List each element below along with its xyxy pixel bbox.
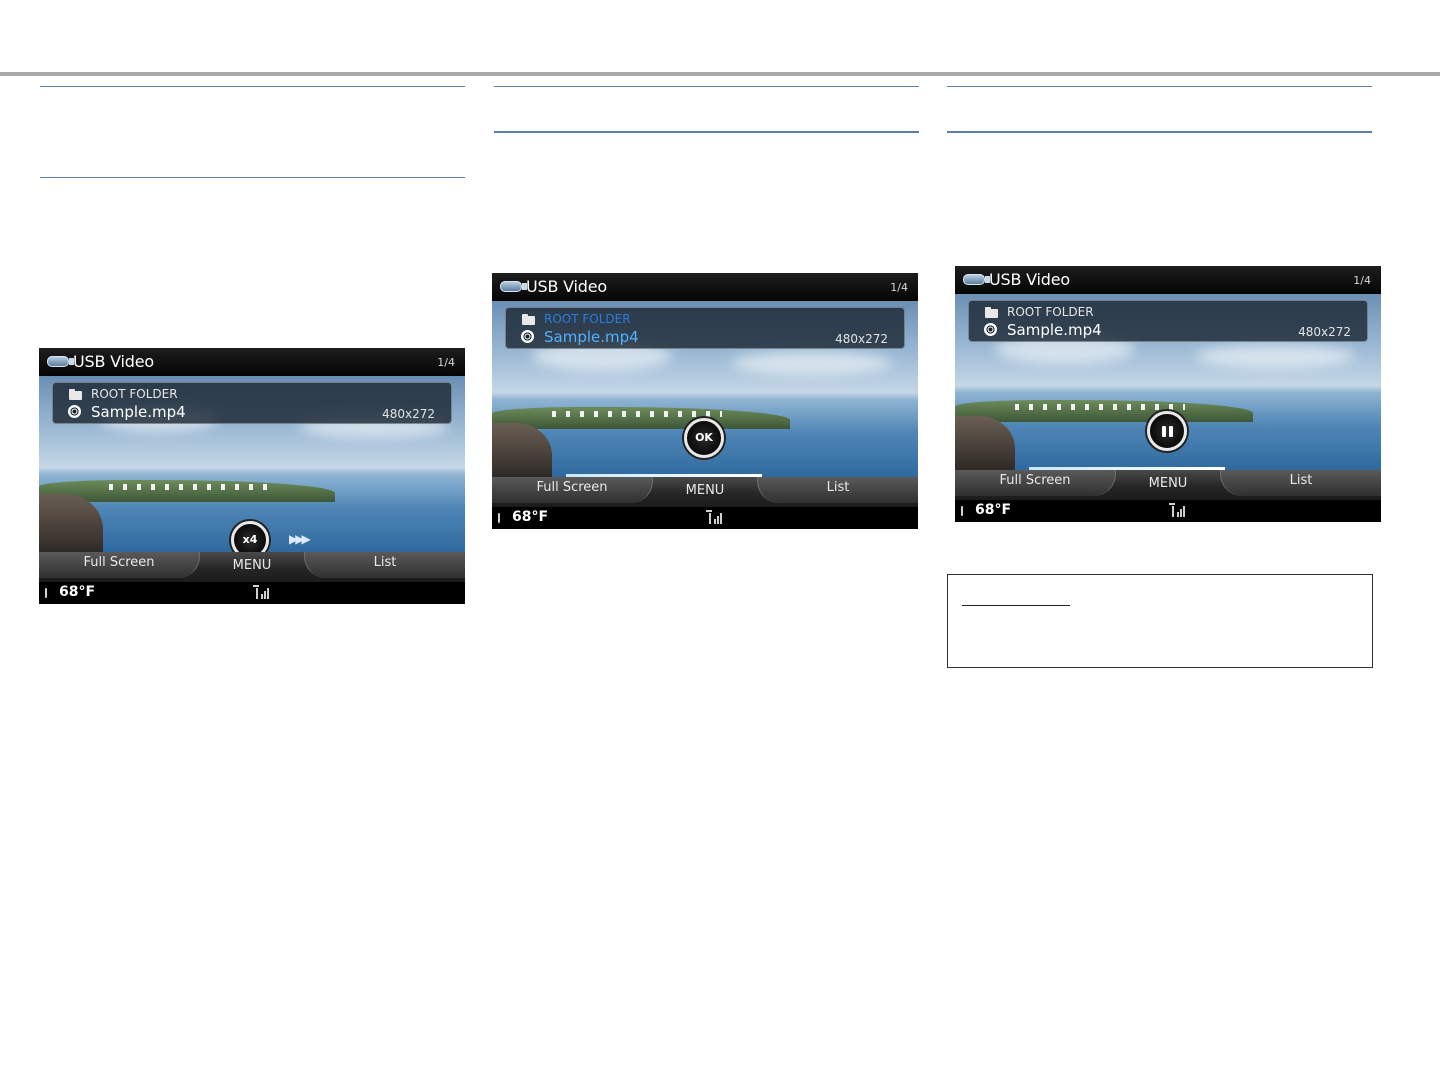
title-bar: USB Video 1/4 [492, 273, 918, 301]
usb-video-screen-ok: USB Video 1/4 ROOT FOLDER Sample.mp4 480… [492, 273, 918, 529]
thermometer-icon [45, 588, 47, 598]
thermometer-icon [961, 506, 963, 516]
pause-icon-bar [1169, 426, 1173, 437]
temperature: 68°F [975, 502, 1012, 518]
column-1-bottom-rule [40, 177, 465, 178]
status-bar: 68°F [39, 582, 465, 604]
file-name: Sample.mp4 [544, 328, 639, 346]
column-2-top-rule [494, 86, 919, 87]
folder-name: ROOT FOLDER [544, 312, 631, 326]
usb-video-screen-fast-forward: USB Video 1/4 ROOT FOLDER Sample.mp4 480… [39, 348, 465, 604]
folder-icon [69, 389, 82, 400]
signal-strength-icon [1169, 503, 1185, 517]
screen-title: USB Video [73, 352, 154, 371]
usb-icon [963, 274, 990, 285]
menu-button[interactable]: MENU [652, 477, 758, 503]
list-button[interactable]: List [1220, 470, 1381, 496]
usb-icon [500, 281, 527, 292]
full-screen-button[interactable]: Full Screen [955, 470, 1116, 496]
ok-label: OK [695, 431, 713, 444]
page-indicator: 1/4 [1353, 274, 1371, 287]
temperature: 68°F [512, 509, 549, 525]
column-2-bottom-rule [494, 131, 919, 133]
speed-label: x4 [242, 533, 258, 546]
screen-title: USB Video [526, 277, 607, 296]
pause-icon [1162, 426, 1166, 437]
signal-strength-icon [706, 510, 722, 524]
title-bar: USB Video 1/4 [39, 348, 465, 376]
file-name: Sample.mp4 [1007, 321, 1102, 339]
ok-indicator: OK [684, 418, 724, 458]
video-frame[interactable]: ROOT FOLDER Sample.mp4 480x272 [955, 294, 1381, 470]
pause-indicator [1147, 411, 1187, 451]
full-screen-button[interactable]: Full Screen [39, 552, 200, 578]
playback-speed-indicator: x4 [231, 521, 269, 552]
page-top-rule [0, 72, 1440, 76]
full-screen-button[interactable]: Full Screen [492, 477, 653, 503]
note-box [947, 574, 1373, 668]
menu-button[interactable]: MENU [199, 552, 305, 578]
film-reel-icon [521, 330, 534, 343]
usb-video-screen-pause: USB Video 1/4 ROOT FOLDER Sample.mp4 480… [955, 266, 1381, 522]
column-3-top-rule [947, 86, 1372, 87]
page-indicator: 1/4 [890, 281, 908, 294]
note-heading-underline [962, 605, 1070, 606]
menu-bar: Full Screen MENU List [492, 477, 918, 507]
folder-name: ROOT FOLDER [1007, 305, 1094, 319]
resolution-label: 480x272 [382, 407, 435, 421]
resolution-label: 480x272 [835, 332, 888, 346]
temperature: 68°F [59, 584, 96, 600]
list-button[interactable]: List [304, 552, 465, 578]
resolution-label: 480x272 [1298, 325, 1351, 339]
file-info-box: ROOT FOLDER Sample.mp4 480x272 [968, 300, 1368, 342]
usb-icon [47, 356, 74, 367]
column-3-bottom-rule [947, 131, 1372, 133]
video-frame[interactable]: ROOT FOLDER Sample.mp4 480x272 OK [492, 301, 918, 477]
film-reel-icon [68, 405, 81, 418]
title-bar: USB Video 1/4 [955, 266, 1381, 294]
file-name: Sample.mp4 [91, 403, 186, 421]
menu-bar: Full Screen MENU List [39, 552, 465, 582]
folder-icon [522, 314, 535, 325]
status-bar: 68°F [955, 500, 1381, 522]
list-button[interactable]: List [757, 477, 918, 503]
film-reel-icon [984, 323, 997, 336]
folder-icon [985, 307, 998, 318]
screen-title: USB Video [989, 270, 1070, 289]
video-frame[interactable]: ROOT FOLDER Sample.mp4 480x272 x4 ▶▶▶ [39, 376, 465, 552]
column-1-top-rule [40, 86, 465, 87]
folder-name: ROOT FOLDER [91, 387, 178, 401]
thermometer-icon [498, 513, 500, 523]
file-info-box: ROOT FOLDER Sample.mp4 480x272 [52, 382, 452, 424]
page-indicator: 1/4 [437, 356, 455, 369]
status-bar: 68°F [492, 507, 918, 529]
fast-forward-icon: ▶▶▶ [289, 532, 311, 546]
menu-button[interactable]: MENU [1115, 470, 1221, 496]
menu-bar: Full Screen MENU List [955, 470, 1381, 500]
file-info-box: ROOT FOLDER Sample.mp4 480x272 [505, 307, 905, 349]
signal-strength-icon [253, 585, 269, 599]
